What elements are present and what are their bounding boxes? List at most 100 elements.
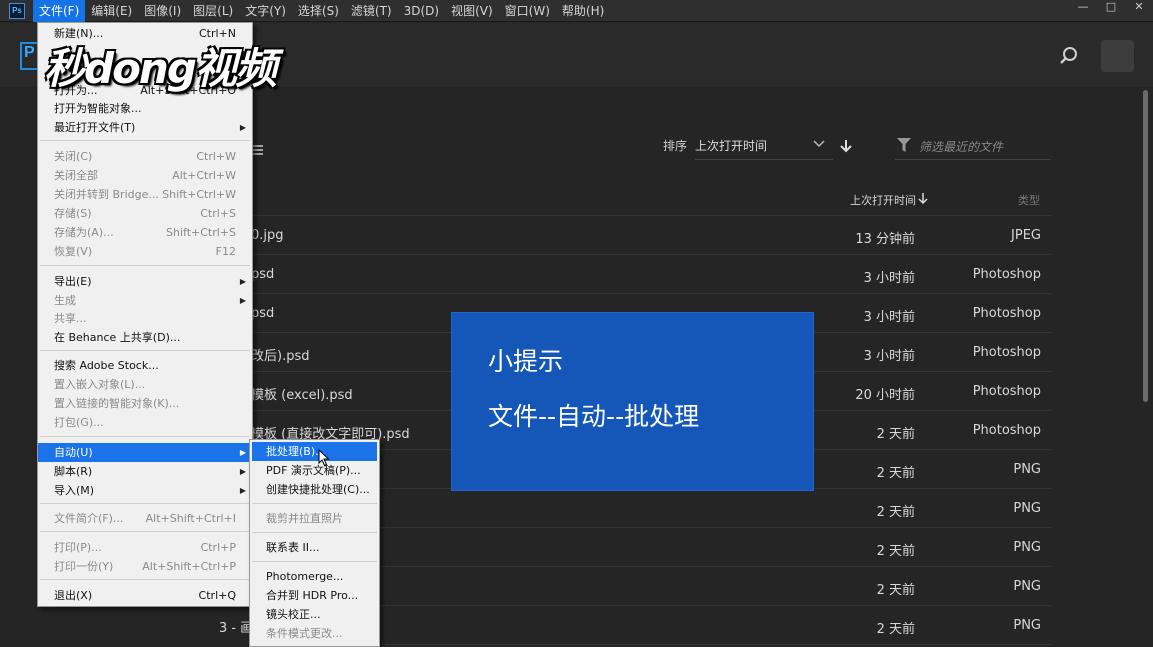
menu-separator — [40, 579, 250, 580]
menu-layer[interactable]: 图层(L) — [187, 0, 239, 22]
menu-item-close-all[interactable]: 关闭全部 Alt+Ctrl+W — [38, 166, 252, 185]
menu-item-exit[interactable]: 退出(X) Ctrl+Q — [38, 586, 252, 605]
scrollbar[interactable] — [1140, 88, 1153, 647]
menu-item-scripts[interactable]: 脚本(R) ▶ — [38, 462, 252, 481]
file-time: 20 小时前 — [855, 388, 915, 403]
file-type: Photoshop — [972, 423, 1041, 438]
column-last-opened[interactable]: 上次打开时间 — [850, 192, 916, 208]
submenu-arrow-icon: ▶ — [239, 296, 246, 305]
file-time: 2 天前 — [876, 427, 915, 442]
window-controls: — □ ✕ — [1069, 0, 1153, 16]
menu-item-recent-files[interactable]: 最近打开文件(T) ▶ — [38, 118, 252, 137]
menu-item-label: 镜头校正... — [266, 608, 321, 621]
submenu-arrow-icon: ▶ — [239, 448, 246, 457]
menu-item-print[interactable]: 打印(P)... Ctrl+P — [38, 538, 252, 557]
file-type: PNG — [1013, 540, 1041, 555]
sort-dropdown[interactable]: 上次打开时间 — [695, 132, 833, 160]
menu-item-label: 关闭全部 — [54, 169, 98, 182]
menu-item-lens-correction[interactable]: 镜头校正... — [250, 605, 379, 624]
menu-item-generate[interactable]: 生成 ▶ — [38, 291, 252, 310]
menu-window[interactable]: 窗口(W) — [499, 0, 556, 22]
column-type[interactable]: 类型 — [1018, 192, 1040, 208]
menu-item-label: 在 Behance 上共享(D)... — [54, 331, 181, 344]
menu-item-print-one-copy[interactable]: 打印一份(Y) Alt+Shift+Ctrl+P — [38, 557, 252, 576]
menu-item-photomerge[interactable]: Photomerge... — [250, 567, 379, 586]
menu-item-label: 创建快捷批处理(C)... — [266, 483, 370, 496]
menu-item-share[interactable]: 共享... — [38, 309, 252, 328]
tip-overlay: 小提示 文件--自动--批处理 — [451, 312, 814, 491]
menu-item-contact-sheet[interactable]: 联系表 II... — [250, 538, 379, 557]
menu-file[interactable]: 文件(F) — [33, 0, 86, 22]
menu-view[interactable]: 视图(V) — [445, 0, 499, 22]
automate-submenu: 批处理(B)... PDF 演示文稿(P)... 创建快捷批处理(C)... 裁… — [249, 439, 380, 647]
menu-separator — [252, 532, 377, 533]
table-row[interactable]: 0.jpg 13 分钟前 JPEG — [251, 217, 1051, 255]
menu-item-place-embedded[interactable]: 置入嵌入对象(L)... — [38, 375, 252, 394]
file-name: 模板 (excel).psd — [251, 388, 353, 403]
menu-item-label: 文件简介(F)... — [54, 512, 124, 525]
file-type: Photoshop — [972, 306, 1041, 321]
table-row[interactable]: psd 3 小时前 Photoshop — [251, 256, 1051, 294]
menu-item-pdf-presentation[interactable]: PDF 演示文稿(P)... — [250, 461, 379, 480]
menu-item-export[interactable]: 导出(E) ▶ — [38, 272, 252, 291]
menu-item-create-droplet[interactable]: 创建快捷批处理(C)... — [250, 480, 379, 499]
close-button[interactable]: ✕ — [1125, 0, 1153, 16]
file-type: JPEG — [1011, 228, 1041, 243]
menu-item-shortcut: Alt+Ctrl+W — [172, 169, 236, 182]
avatar[interactable] — [1101, 40, 1134, 72]
menu-edit[interactable]: 编辑(E) — [85, 0, 138, 22]
file-time: 2 天前 — [876, 622, 915, 637]
menu-item-open-as-smart-object[interactable]: 打开为智能对象... — [38, 99, 252, 118]
menu-type[interactable]: 文字(Y) — [239, 0, 292, 22]
maximize-button[interactable]: □ — [1097, 0, 1125, 16]
menu-separator — [252, 561, 377, 562]
minimize-button[interactable]: — — [1069, 0, 1097, 16]
file-time: 3 小时前 — [863, 310, 915, 325]
menu-bar: Ps 文件(F) 编辑(E) 图像(I) 图层(L) 文字(Y) 选择(S) 滤… — [0, 0, 1153, 22]
menu-item-shortcut: Shift+Ctrl+W — [162, 188, 236, 201]
menu-item-import[interactable]: 导入(M) ▶ — [38, 481, 252, 500]
menu-item-shortcut: Ctrl+W — [196, 150, 236, 163]
file-time: 2 天前 — [876, 466, 915, 481]
menu-item-search-stock[interactable]: 搜索 Adobe Stock... — [38, 356, 252, 375]
menu-item-shortcut: Alt+Shift+Ctrl+P — [142, 560, 236, 573]
submenu-arrow-icon: ▶ — [239, 277, 246, 286]
menu-item-place-linked[interactable]: 置入链接的智能对象(K)... — [38, 394, 252, 413]
sort-direction-icon[interactable] — [840, 139, 852, 153]
file-time: 3 小时前 — [863, 271, 915, 286]
file-name: psd — [251, 267, 275, 282]
chevron-down-icon — [813, 140, 825, 148]
file-time: 2 天前 — [876, 583, 915, 598]
file-type: PNG — [1013, 579, 1041, 594]
menu-filter[interactable]: 滤镜(T) — [345, 0, 398, 22]
menu-item-batch[interactable]: 批处理(B)... — [252, 442, 377, 461]
menu-3d[interactable]: 3D(D) — [398, 0, 445, 22]
menu-select[interactable]: 选择(S) — [292, 0, 345, 22]
filter-input[interactable]: 筛选最近的文件 — [895, 132, 1050, 160]
menu-item-automate[interactable]: 自动(U) ▶ — [38, 443, 252, 462]
menu-item-label: 置入链接的智能对象(K)... — [54, 397, 180, 410]
menu-help[interactable]: 帮助(H) — [556, 0, 610, 22]
menu-item-close-to-bridge[interactable]: 关闭并转到 Bridge... Shift+Ctrl+W — [38, 185, 252, 204]
menu-item-label: 自动(U) — [54, 446, 93, 459]
menu-item-share-behance[interactable]: 在 Behance 上共享(D)... — [38, 328, 252, 347]
menu-image[interactable]: 图像(I) — [138, 0, 187, 22]
menu-item-merge-hdr[interactable]: 合并到 HDR Pro... — [250, 586, 379, 605]
scrollbar-thumb[interactable] — [1143, 90, 1148, 402]
menu-item-crop-straighten[interactable]: 裁剪并拉直照片 — [250, 509, 379, 528]
submenu-arrow-icon: ▶ — [239, 486, 246, 495]
menu-item-label: 脚本(R) — [54, 465, 93, 478]
photoshop-icon[interactable]: Ps — [9, 2, 25, 19]
menu-item-close[interactable]: 关闭(C) Ctrl+W — [38, 147, 252, 166]
file-name: 0.jpg — [251, 228, 284, 243]
menu-item-revert[interactable]: 恢复(V) F12 — [38, 242, 252, 261]
search-icon[interactable] — [1058, 45, 1080, 67]
menu-item-save-as[interactable]: 存储为(A)... Shift+Ctrl+S — [38, 223, 252, 242]
menu-item-file-info[interactable]: 文件简介(F)... Alt+Shift+Ctrl+I — [38, 509, 252, 528]
menu-item-save[interactable]: 存储(S) Ctrl+S — [38, 204, 252, 223]
menu-item-label: Photomerge... — [266, 570, 344, 583]
menu-item-package[interactable]: 打包(G)... — [38, 413, 252, 432]
menu-item-label: 打印一份(Y) — [54, 560, 114, 573]
menu-item-label: 联系表 II... — [266, 541, 320, 554]
menu-item-conditional-mode-change[interactable]: 条件模式更改... — [250, 624, 379, 643]
